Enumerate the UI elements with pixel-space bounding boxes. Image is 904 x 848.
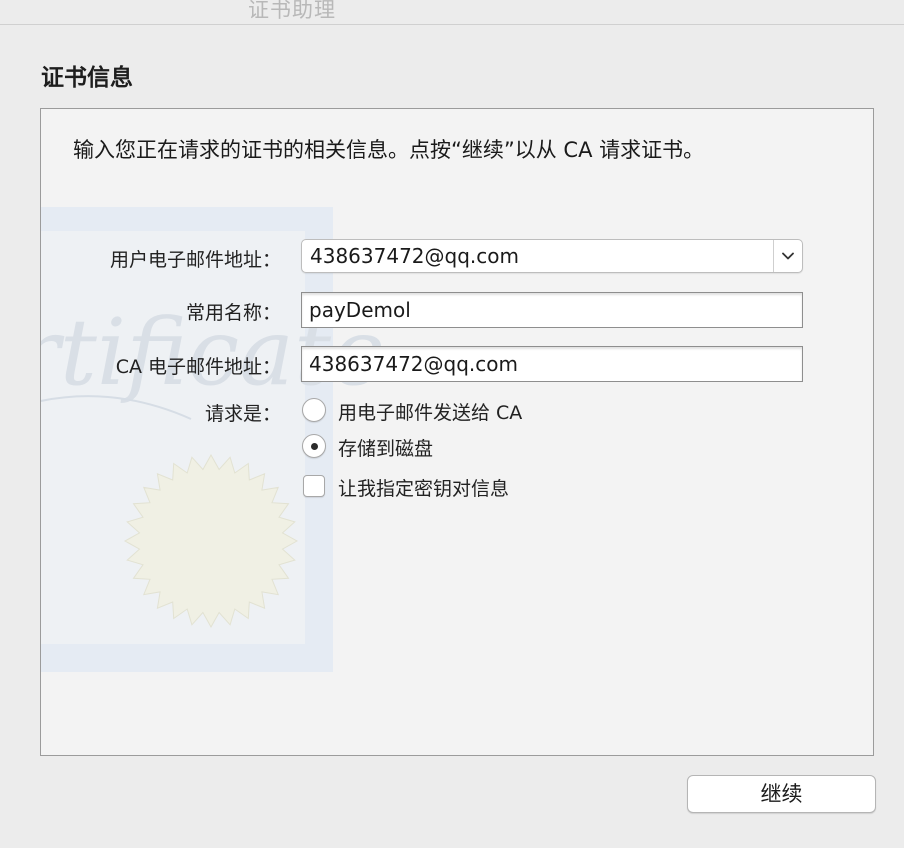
key-pair-checkbox-label[interactable]: 让我指定密钥对信息 <box>338 474 509 501</box>
ca-email-label: CA 电子邮件地址： <box>115 356 281 378</box>
window-title: 证书助理 <box>248 0 336 22</box>
intro-text: 输入您正在请求的证书的相关信息。点按“继续”以从 CA 请求证书。 <box>73 138 705 162</box>
combo-divider <box>773 240 774 272</box>
radio-save-to-disk[interactable] <box>302 434 326 458</box>
ca-email-value: 438637472@qq.com <box>309 352 518 376</box>
common-name-value: payDemol <box>309 298 411 322</box>
user-email-label: 用户电子邮件地址： <box>109 249 281 271</box>
ca-email-field[interactable]: 438637472@qq.com <box>301 346 803 382</box>
request-label: 请求是： <box>204 403 281 425</box>
user-email-value: 438637472@qq.com <box>310 244 519 268</box>
common-name-field[interactable]: payDemol <box>301 292 803 328</box>
radio-email-ca-label[interactable]: 用电子邮件发送给 CA <box>338 398 522 425</box>
certificate-info-panel: Certificate 输入您正在请求的证书的相关信息。点按“继续”以从 CA … <box>40 108 874 756</box>
chevron-down-icon[interactable] <box>780 248 796 264</box>
title-bar: 证书助理 <box>0 0 904 25</box>
user-email-combobox[interactable]: 438637472@qq.com <box>301 239 803 273</box>
radio-email-ca[interactable] <box>302 398 326 422</box>
common-name-label: 常用名称： <box>185 302 281 324</box>
radio-save-to-disk-label[interactable]: 存储到磁盘 <box>338 434 433 461</box>
continue-button[interactable]: 继续 <box>687 775 876 813</box>
key-pair-checkbox[interactable] <box>303 475 325 497</box>
section-title: 证书信息 <box>41 65 133 91</box>
radio-selected-dot <box>311 443 318 450</box>
